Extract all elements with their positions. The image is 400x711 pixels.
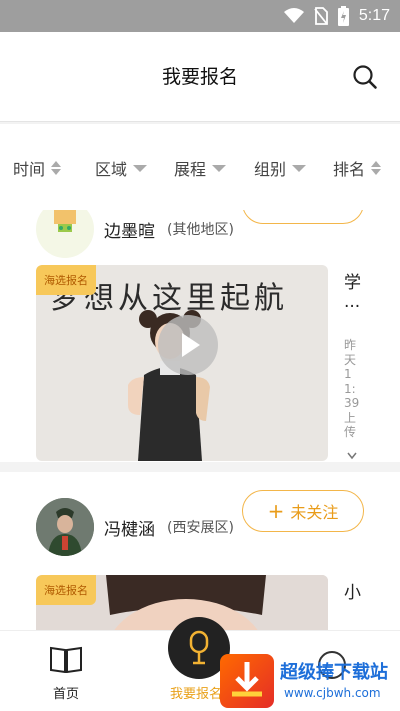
search-icon [353, 65, 377, 89]
nav-register-label: 我要报名 [170, 687, 223, 702]
watermark-url: www.cjbwh.com [284, 686, 381, 700]
filter-label: 展程 [174, 160, 207, 179]
page-title: 我要报名 [161, 66, 238, 88]
avatar[interactable] [36, 210, 94, 258]
entry-title-more: ... [344, 292, 361, 312]
wifi-icon [283, 8, 304, 23]
chevron-down-icon [133, 164, 148, 172]
user-name: 冯楗涵 [104, 519, 155, 540]
watermark: 超级捧下载站 www.cjbwh.com [220, 650, 400, 711]
chevron-down-icon [292, 164, 307, 172]
entry-title: 小 [344, 583, 361, 603]
user-region: (其他地区) [167, 222, 234, 238]
watermark-title: 超级捧下载站 [280, 662, 388, 683]
play-button[interactable] [158, 315, 218, 375]
entry-card[interactable]: 边墨暄 (其他地区) 海选报名 梦想从这里起航 学 ... 昨天11:39上传 [0, 210, 400, 462]
filter-bar: 时间 区域 展程 组别 排名 [0, 124, 400, 210]
avatar[interactable] [36, 498, 94, 556]
filter-rank[interactable]: 排名 [333, 156, 382, 180]
user-region: (西安展区) [167, 520, 234, 536]
user-row[interactable]: 冯楗涵 (西安展区) [36, 498, 234, 556]
status-icons: 5:17 [283, 6, 390, 26]
filter-label: 区域 [95, 160, 128, 179]
user-row[interactable]: 边墨暄 (其他地区) [36, 210, 234, 258]
follow-label: 未关注 [290, 503, 339, 522]
filter-label: 排名 [333, 160, 366, 179]
status-badge: 海选报名 [36, 575, 96, 605]
filter-region[interactable]: 区域 [95, 156, 148, 180]
status-time: 5:17 [358, 7, 390, 24]
filter-label: 组别 [254, 160, 287, 179]
search-button[interactable] [352, 64, 378, 90]
status-badge: 海选报名 [36, 265, 96, 295]
chevron-down-icon [347, 452, 357, 460]
watermark-logo [220, 654, 274, 708]
filter-label: 时间 [13, 160, 46, 179]
plus-icon: + [267, 499, 285, 523]
upload-time: 昨天11:39上传 [344, 338, 360, 439]
entry-feed[interactable]: 边墨暄 (其他地区) 海选报名 梦想从这里起航 学 ... 昨天11:39上传 [0, 210, 400, 630]
entry-card[interactable]: 冯楗涵 (西安展区) + 未关注 海选报名 小 [0, 472, 400, 630]
nav-home-label: 首页 [52, 687, 79, 702]
filter-group[interactable]: 组别 [254, 156, 307, 180]
chevron-down-icon [212, 164, 227, 172]
microphone-icon [189, 630, 209, 665]
follow-button[interactable] [242, 210, 364, 224]
status-bar: 5:17 [0, 0, 400, 32]
entry-title: 学 [344, 273, 361, 293]
video-thumbnail[interactable]: 海选报名 梦想从这里起航 [36, 265, 328, 461]
follow-button[interactable]: + 未关注 [242, 490, 364, 532]
user-name: 边墨暄 [104, 221, 155, 242]
sort-icon [51, 161, 62, 175]
filter-exhibition[interactable]: 展程 [174, 156, 227, 180]
sort-icon [371, 161, 382, 175]
filter-time[interactable]: 时间 [13, 156, 62, 180]
nav-home[interactable]: 首页 [44, 645, 88, 702]
battery-icon [337, 6, 349, 26]
app-header: 我要报名 [0, 32, 400, 122]
no-sim-icon [314, 7, 328, 25]
book-icon [50, 646, 82, 674]
